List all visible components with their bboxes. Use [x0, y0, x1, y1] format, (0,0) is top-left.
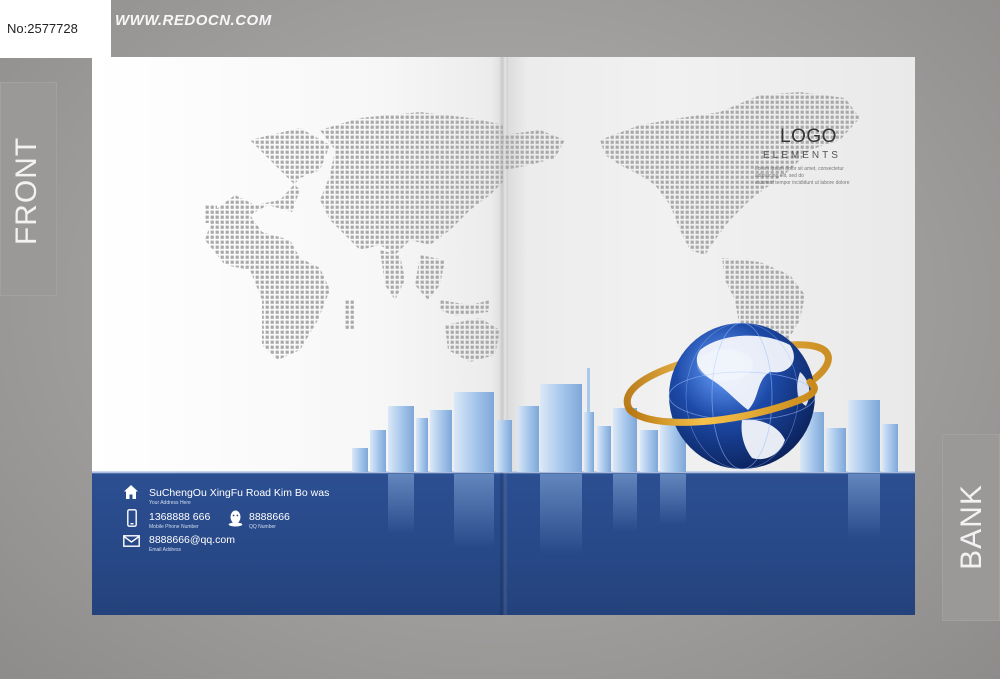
- image-id-tag: No:2577728: [0, 0, 111, 58]
- contact-address: SuChengOu XingFu Road Kim Bo was Your Ad…: [149, 487, 329, 506]
- mobile-phone-icon: [127, 509, 137, 527]
- front-label: FRONT: [10, 136, 43, 246]
- address-caption: Your Address Here: [149, 500, 191, 506]
- email-caption: Email Address: [149, 547, 181, 553]
- qq-penguin-icon: [228, 510, 243, 527]
- front-side-panel: FRONT: [0, 82, 57, 296]
- logo-lorem-text: Lorem ipsum dolor sit amet, consectetur …: [755, 166, 867, 187]
- back-label: BANK: [955, 484, 988, 570]
- email-text: 8888666@qq.com: [149, 534, 235, 546]
- logo-lorem-line: Lorem ipsum dolor sit amet, consectetur …: [755, 166, 844, 179]
- phone-caption: Mobile Phone Number: [149, 524, 199, 530]
- qq-text: 8888666: [249, 511, 290, 523]
- brochure-preview: LOGO ELEMENTS Lorem ipsum dolor sit amet…: [0, 0, 1000, 679]
- envelope-icon: [123, 535, 140, 547]
- site-watermark: WWW.REDOCN.COM: [115, 12, 272, 29]
- phone-text: 1368888 666: [149, 511, 211, 523]
- contact-qq: 8888666 QQ Number: [249, 511, 290, 530]
- logo-title: LOGO: [780, 126, 837, 147]
- back-side-panel: BANK: [942, 434, 1000, 621]
- logo-subtitle: ELEMENTS: [763, 150, 841, 161]
- logo-lorem-line: eiusmod tempor incididunt ut labore dolo…: [755, 180, 850, 186]
- qq-caption: QQ Number: [249, 524, 276, 530]
- home-icon: [124, 485, 138, 499]
- contact-phone: 1368888 666 Mobile Phone Number: [149, 511, 210, 530]
- brochure-artwork: [205, 92, 898, 554]
- contact-email: 8888666@qq.com Email Address: [149, 534, 235, 553]
- address-text: SuChengOu XingFu Road Kim Bo was: [149, 487, 330, 499]
